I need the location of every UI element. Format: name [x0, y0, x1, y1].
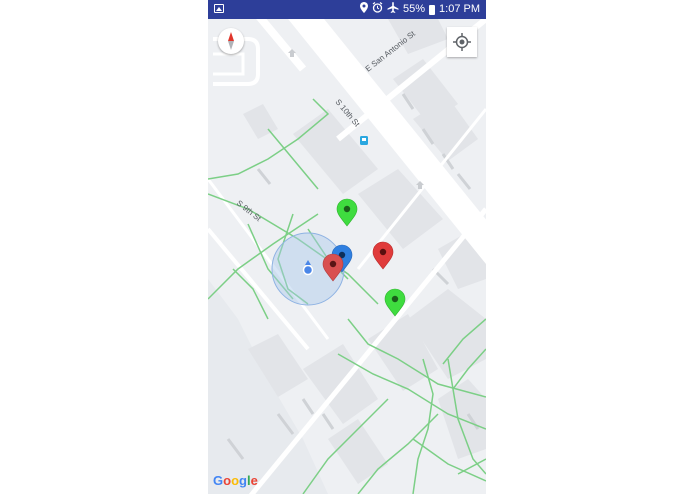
google-letter: o	[231, 473, 240, 488]
alarm-icon	[372, 1, 383, 18]
my-location-dot	[302, 264, 314, 276]
google-letter: g	[239, 473, 247, 488]
phone-screen: 55% 1:07 PM E San Antonio St S 10th St S…	[208, 0, 486, 494]
battery-icon	[429, 4, 436, 15]
transit-icon	[360, 136, 368, 145]
status-bar: 55% 1:07 PM	[208, 0, 486, 19]
airplane-icon	[387, 1, 399, 18]
compass-button[interactable]	[218, 28, 244, 54]
compass-icon	[228, 32, 234, 50]
map-view[interactable]: E San Antonio St S 10th St S 9th St Goog…	[208, 0, 486, 494]
crosshair-icon	[453, 33, 471, 51]
battery-level: 55%	[403, 3, 426, 15]
google-logo: Google	[213, 473, 258, 488]
location-icon	[360, 1, 368, 18]
google-letter: G	[213, 473, 224, 488]
map-canvas[interactable]: E San Antonio St S 10th St S 9th St	[208, 0, 486, 494]
google-letter: e	[250, 473, 258, 488]
my-location-button[interactable]	[447, 27, 477, 57]
gallery-icon	[214, 4, 224, 13]
google-letter: o	[223, 473, 232, 488]
clock: 1:07 PM	[439, 3, 480, 15]
status-icons: 55% 1:07 PM	[360, 1, 480, 18]
